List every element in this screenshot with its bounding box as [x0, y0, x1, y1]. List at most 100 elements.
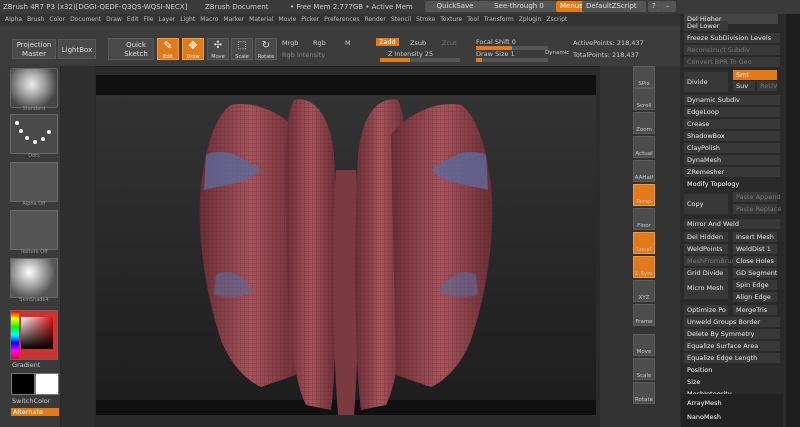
mergetris-button[interactable]: MergeTris — [733, 305, 777, 315]
meshfrombrush-button[interactable]: MeshFromBrush — [684, 256, 739, 266]
menu-marker[interactable]: Marker — [223, 16, 244, 23]
projection-master-button[interactable]: Projection Master — [12, 39, 56, 59]
menu-render[interactable]: Render — [364, 16, 385, 23]
menu-file[interactable]: File — [143, 16, 153, 23]
focal-shift-slider[interactable]: Focal Shift 0 — [476, 38, 516, 46]
smt-toggle[interactable]: Smt — [733, 70, 777, 80]
saturation-square[interactable] — [21, 317, 53, 349]
zcut-button[interactable]: Zcut — [442, 39, 457, 47]
mrgb-button[interactable]: Mrgb — [282, 39, 298, 47]
del-hidden-button[interactable]: Del Hidden — [684, 232, 728, 242]
mirror-and-weld-button[interactable]: Mirror And Weld — [684, 219, 780, 229]
zsub-button[interactable]: Zsub — [410, 39, 426, 47]
primary-color-swatch[interactable] — [11, 373, 35, 395]
equalize-surface-area-button[interactable]: Equalize Surface Area — [684, 341, 780, 351]
close-holes-button[interactable]: Close Holes — [733, 256, 777, 266]
insert-mesh-button[interactable]: Insert Mesh — [733, 232, 777, 242]
position-header[interactable]: Position — [684, 365, 780, 375]
dynamesh-button[interactable]: DynaMesh — [684, 155, 780, 165]
micro-mesh-button[interactable]: Micro Mesh — [684, 277, 728, 299]
dynamic-toggle[interactable]: Dynamic — [545, 50, 569, 56]
secondary-color-swatch[interactable] — [35, 373, 59, 395]
paste-append-button[interactable]: Paste Append — [733, 192, 781, 202]
menu-alpha[interactable]: Alpha — [5, 16, 22, 23]
weldpoints-button[interactable]: WeldPoints — [684, 244, 728, 254]
menu-zscript[interactable]: Zscript — [546, 16, 567, 23]
modify-topology-header[interactable]: Modify Topology — [684, 179, 780, 189]
zremesher-button[interactable]: ZRemesher — [684, 167, 780, 177]
menu-zplugin[interactable]: Zplugin — [519, 16, 542, 23]
menu-texture[interactable]: Texture — [440, 16, 462, 23]
menu-draw[interactable]: Draw — [106, 16, 122, 23]
unweld-groups-border-button[interactable]: Unweld Groups Border — [684, 317, 780, 327]
del-lower-button[interactable]: Del Lower — [684, 21, 728, 31]
default-zscript-button[interactable]: DefaultZScript — [582, 1, 646, 12]
convert-bpr-button[interactable]: Convert BPR To Geo — [684, 57, 780, 67]
menu-color[interactable]: Color — [49, 16, 65, 23]
rgb-button[interactable]: Rgb — [313, 39, 326, 47]
gradient-label[interactable]: Gradient — [12, 361, 40, 369]
menu-macro[interactable]: Macro — [200, 16, 218, 23]
welddist-slider[interactable]: WeldDist 1 — [733, 244, 777, 254]
hue-strip[interactable] — [11, 311, 19, 359]
rotate-mode-button[interactable]: ↻ Rotate — [255, 38, 277, 60]
alternate-button[interactable]: Alternate — [11, 408, 59, 416]
move-mode-button[interactable]: ✣ Move — [207, 38, 229, 60]
menu-stroke[interactable]: Stroke — [416, 16, 435, 23]
tray-scrollbar[interactable] — [786, 14, 800, 427]
color-picker[interactable] — [10, 310, 58, 360]
optimize-points-button[interactable]: Optimize Po — [684, 305, 728, 315]
menu-transform[interactable]: Transform — [484, 16, 514, 23]
reconstruct-subdiv-button[interactable]: Reconstruct Subdiv — [684, 45, 780, 55]
draw-mode-button[interactable]: ✥ Draw — [182, 38, 204, 60]
menu-tool[interactable]: Tool — [467, 16, 479, 23]
brush-thumbnail[interactable] — [10, 68, 58, 108]
switch-color-button[interactable]: SwitchColor — [12, 397, 50, 405]
minimize-icon[interactable]: – — [662, 1, 676, 12]
see-through-slider[interactable]: See-through 0 — [481, 1, 557, 12]
menu-layer[interactable]: Layer — [159, 16, 176, 23]
suv-toggle[interactable]: Suv — [733, 81, 755, 91]
z-intensity-slider[interactable]: Z Intensity 25 — [388, 50, 433, 58]
reuv-toggle[interactable]: ReUV — [757, 81, 777, 91]
scale-mode-button[interactable]: ⬚ Scale — [231, 38, 253, 60]
crease-button[interactable]: Crease — [684, 119, 780, 129]
copy-button[interactable]: Copy — [684, 194, 728, 214]
equalize-edge-length-button[interactable]: Equalize Edge Length — [684, 353, 780, 363]
menu-picker[interactable]: Picker — [301, 16, 319, 23]
paste-replace-button[interactable]: Paste Replace — [733, 204, 781, 214]
zadd-button[interactable]: Zadd — [376, 38, 399, 46]
menu-document[interactable]: Document — [70, 16, 101, 23]
menu-preferences[interactable]: Preferences — [324, 16, 359, 23]
dynamic-subdiv-button[interactable]: Dynamic Subdiv — [684, 95, 780, 105]
quick-sketch-button[interactable]: Quick Sketch — [108, 38, 154, 60]
mesh-model[interactable] — [96, 75, 596, 415]
menu-edit[interactable]: Edit — [127, 16, 139, 23]
menu-movie[interactable]: Movie — [279, 16, 297, 23]
draw-size-slider[interactable]: Draw Size 1 — [476, 50, 515, 58]
m-button[interactable]: M — [345, 39, 351, 47]
menu-stencil[interactable]: Stencil — [391, 16, 411, 23]
rgb-intensity-slider[interactable]: Rgb Intensity — [282, 51, 325, 59]
spin-edge-button[interactable]: Spin Edge — [733, 280, 777, 290]
z-intensity-track[interactable] — [380, 58, 460, 62]
gd-segment-slider[interactable]: GD Segment — [733, 268, 777, 278]
divide-button[interactable]: Divide — [684, 72, 728, 92]
quicksave-button[interactable]: QuickSave — [425, 1, 485, 12]
freeze-subdivision-button[interactable]: Freeze SubDivision Levels — [684, 33, 780, 43]
claypolish-button[interactable]: ClayPolish — [684, 143, 780, 153]
canvas-viewport[interactable] — [96, 75, 596, 415]
menu-brush[interactable]: Brush — [27, 16, 44, 23]
size-header[interactable]: Size — [684, 377, 780, 387]
menu-material[interactable]: Material — [249, 16, 273, 23]
lightbox-button[interactable]: LightBox — [58, 39, 96, 59]
material-thumbnail[interactable] — [10, 258, 58, 298]
delete-by-symmetry-button[interactable]: Delete By Symmetry — [684, 329, 780, 339]
help-icon[interactable]: ? — [648, 1, 662, 12]
nanomesh-header[interactable]: NanoMesh — [684, 412, 721, 422]
draw-size-track[interactable] — [476, 58, 548, 62]
edit-mode-button[interactable]: ✎ Edit — [157, 38, 179, 60]
alpha-thumbnail[interactable] — [10, 162, 58, 202]
stroke-thumbnail[interactable] — [10, 114, 58, 154]
menu-light[interactable]: Light — [180, 16, 195, 23]
